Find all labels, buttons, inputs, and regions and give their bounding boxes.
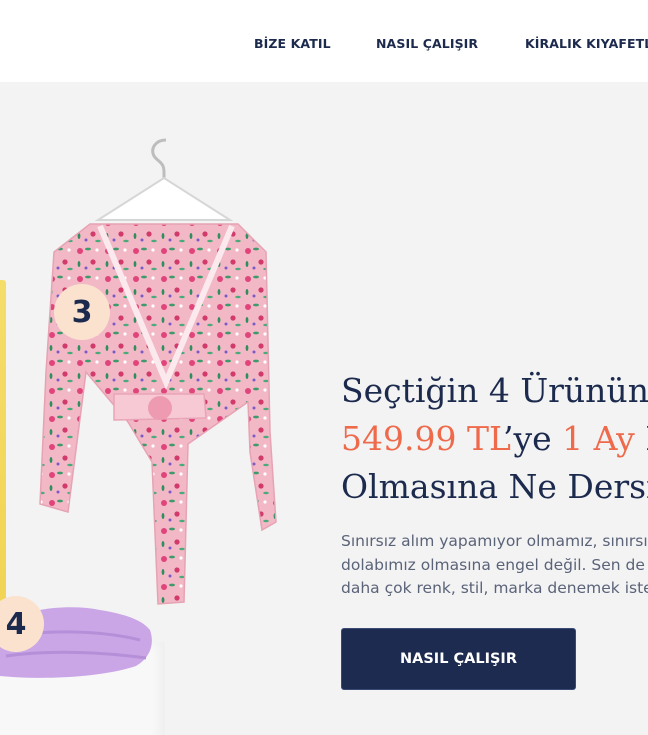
hero-heading-line-2: 549.99 TL’ye 1 Ay Boyunca Senin	[341, 415, 648, 463]
blouse-product-image	[39, 138, 277, 605]
hero-heading-line-1: Seçtiğin 4 Ürünün Aylık	[341, 371, 648, 410]
hero-section: 3 4 Seçtiğin 4 Ürünün Aylık 549.99 TL’ye…	[0, 82, 648, 735]
price-highlight: 549.99 TL	[341, 419, 503, 458]
nav-link-how-it-works[interactable]: NASIL ÇALIŞIR	[376, 36, 478, 51]
hero-description: Sınırsız alım yapamıyor olmamız, sınırsı…	[341, 530, 648, 601]
top-navigation: BİZE KATIL NASIL ÇALIŞIR KİRALIK KIYAFET…	[0, 0, 648, 82]
hero-description-line: Sınırsız alım yapamıyor olmamız, sınırsı…	[341, 532, 648, 550]
nav-link-join[interactable]: BİZE KATIL	[254, 36, 331, 51]
hero-heading-line-3: Olmasına Ne Dersin?	[341, 467, 648, 506]
hero-description-line: dolabımız olmasına engel değil. Sen de	[341, 555, 645, 574]
step-badge-3: 3	[54, 284, 110, 340]
hero-description-line: daha çok renk, stil, marka denemek ister…	[341, 579, 648, 597]
hero-heading: Seçtiğin 4 Ürünün Aylık 549.99 TL’ye 1 A…	[341, 367, 648, 511]
nav-link-rental-clothes[interactable]: KİRALIK KIYAFETLER	[525, 36, 648, 51]
how-it-works-button[interactable]: NASIL ÇALIŞIR	[341, 628, 576, 690]
duration-highlight: 1 Ay	[562, 419, 635, 458]
heading-line-2-rest: Boyunca Senin	[635, 419, 648, 458]
price-suffix: ’ye	[502, 419, 563, 458]
